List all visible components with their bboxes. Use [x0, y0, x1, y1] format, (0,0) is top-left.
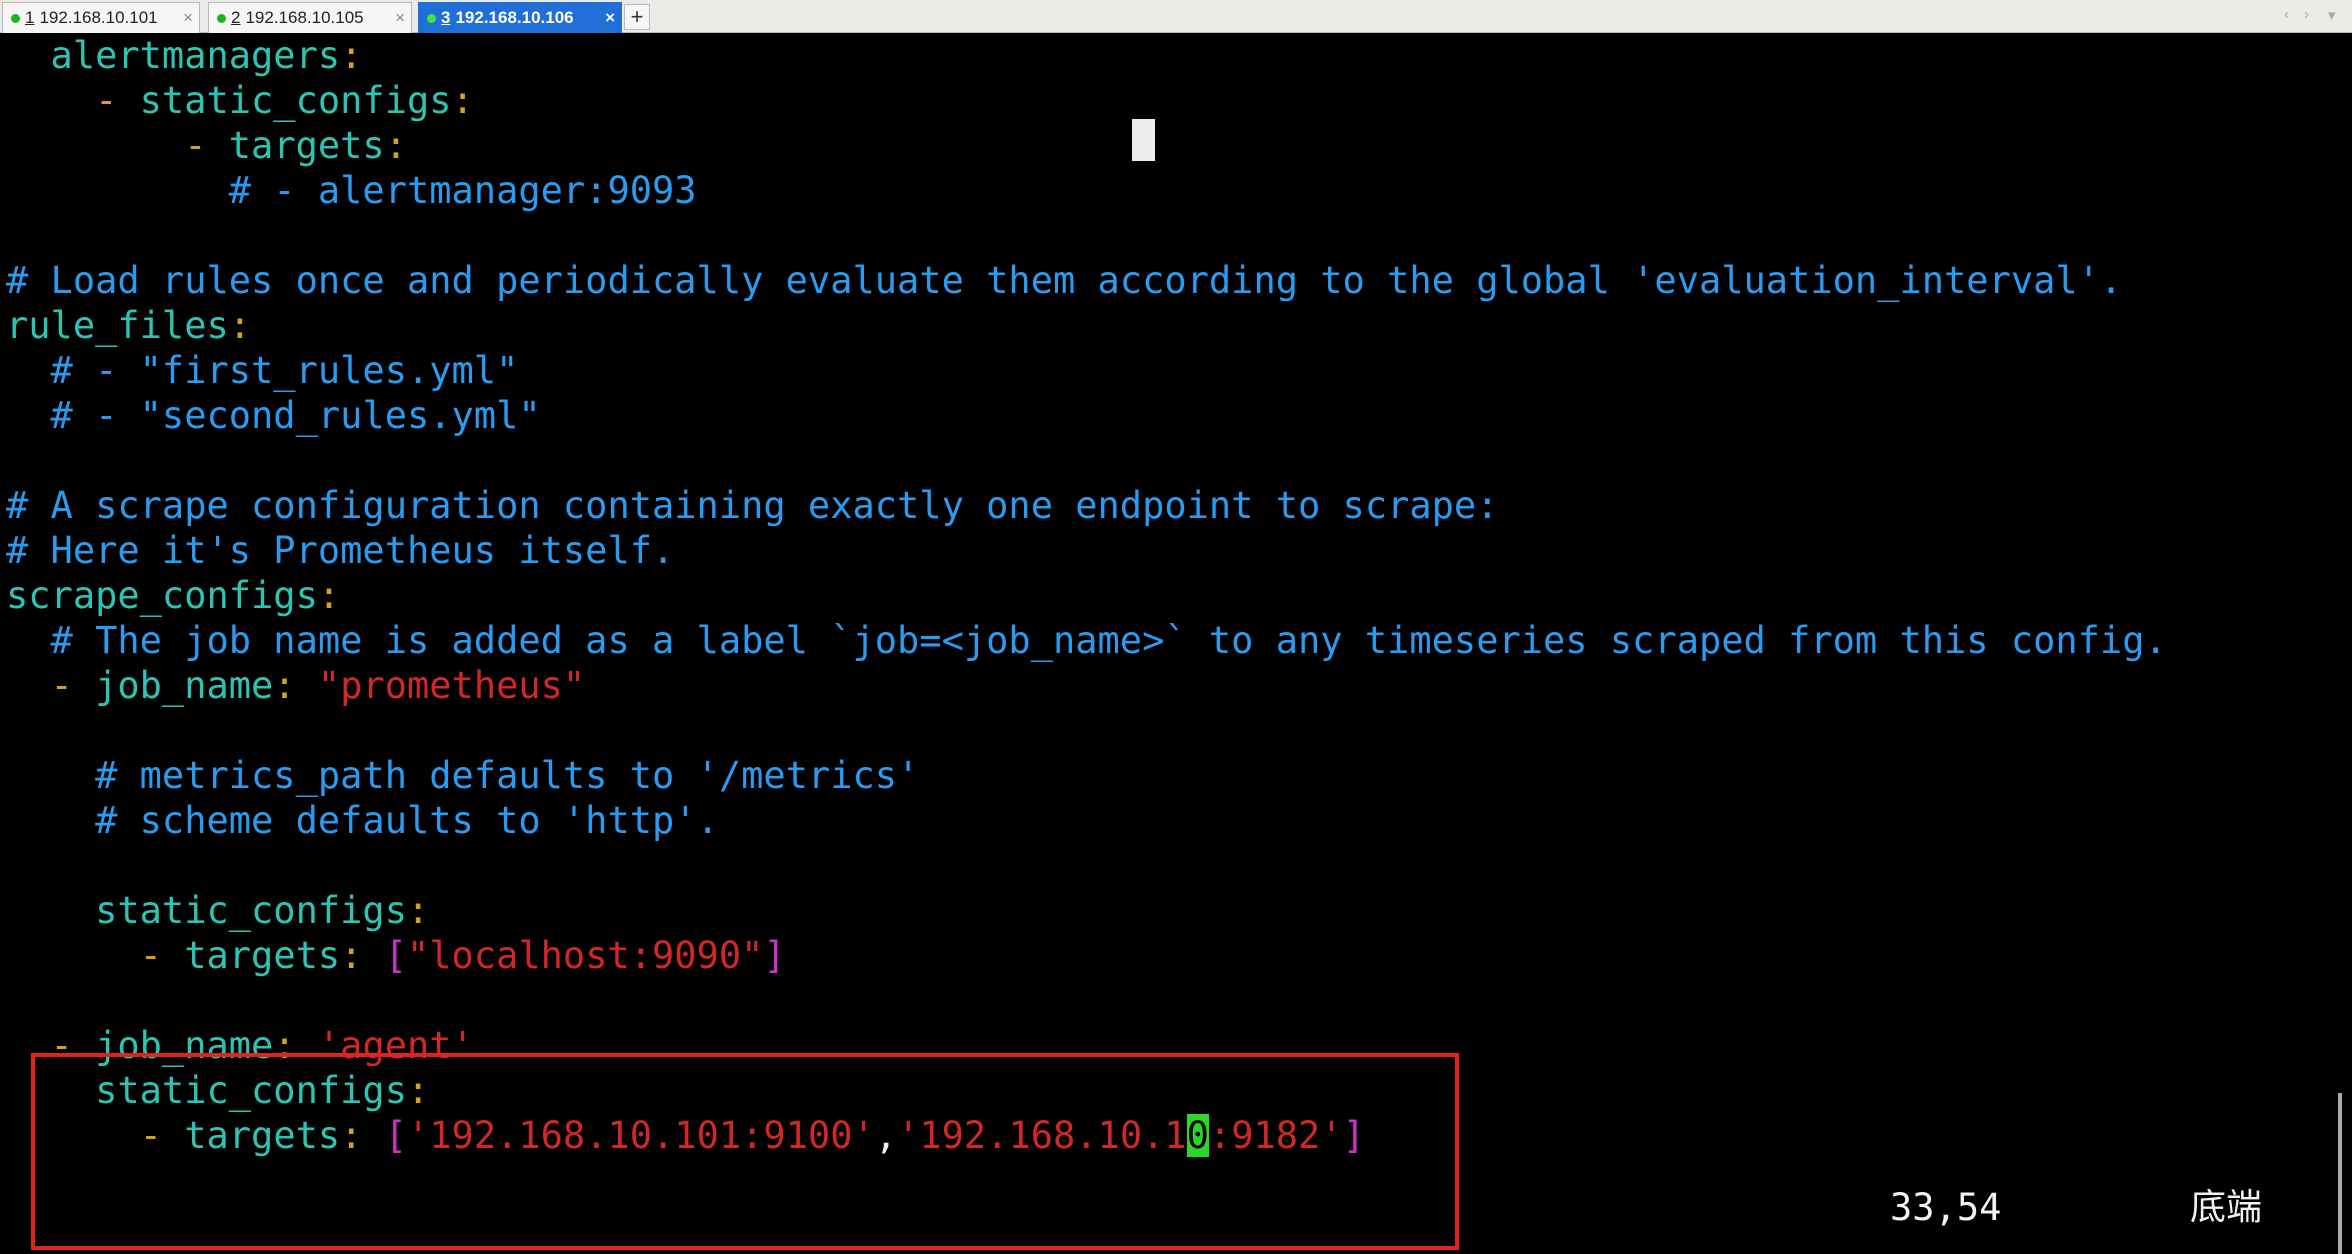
code-token: : — [384, 124, 407, 167]
code-line: scrape_configs: — [6, 573, 340, 618]
code-token: : — [340, 34, 363, 77]
code-line: static_configs: — [6, 888, 429, 933]
code-token: targets — [228, 124, 385, 167]
tab-session-3[interactable]: 3 192.168.10.106 × — [418, 2, 622, 33]
connected-icon — [427, 13, 436, 23]
connected-icon — [217, 13, 226, 23]
code-line: # - alertmanager:9093 — [6, 168, 697, 213]
code-token: # - alertmanager:9093 — [6, 169, 697, 212]
code-line: rule_files: — [6, 303, 251, 348]
code-token: : — [273, 664, 318, 707]
vertical-scrollbar[interactable] — [2328, 33, 2352, 1254]
code-line: # The job name is added as a label `job=… — [6, 618, 2167, 663]
code-token: static_configs — [6, 889, 407, 932]
block-marker — [1132, 119, 1155, 161]
code-token: targets — [184, 934, 341, 977]
tab-label: 192.168.10.106 — [455, 8, 574, 27]
code-token: : — [317, 574, 341, 617]
code-token: # The job name is added as a label `job=… — [6, 619, 2167, 662]
code-token: "localhost:9090" — [407, 934, 764, 977]
code-token: - — [6, 664, 96, 707]
code-token: : — [340, 934, 385, 977]
new-tab-button[interactable]: + — [624, 4, 650, 30]
code-token: - — [6, 79, 140, 122]
close-icon[interactable]: × — [605, 8, 615, 28]
tab-number: 3 — [441, 8, 451, 27]
annotation-highlight-box — [31, 1053, 1459, 1250]
code-token: ] — [763, 934, 786, 977]
tab-session-1[interactable]: 1 192.168.10.101 × — [2, 2, 200, 33]
code-token: job_name — [95, 664, 274, 707]
code-line: - targets: — [6, 123, 407, 168]
code-line: - job_name: "prometheus" — [6, 663, 586, 708]
code-token: # scheme defaults to 'http'. — [6, 799, 719, 842]
code-line: # - "first_rules.yml" — [6, 348, 519, 393]
code-line: # - "second_rules.yml" — [6, 393, 541, 438]
code-line: alertmanagers: — [6, 33, 363, 78]
code-token: : — [228, 304, 252, 347]
code-line: # Here it's Prometheus itself. — [6, 528, 674, 573]
code-token: "prometheus" — [317, 664, 586, 707]
code-token: # Load rules once and periodically evalu… — [6, 259, 2123, 302]
tab-session-2[interactable]: 2 192.168.10.105 × — [208, 2, 412, 33]
connected-icon — [11, 13, 20, 23]
code-token: scrape_configs — [6, 574, 318, 617]
tab-label: 192.168.10.105 — [245, 8, 364, 27]
code-line: - targets: ["localhost:9090"] — [6, 933, 786, 978]
tab-number: 1 — [25, 8, 35, 27]
code-token: - — [6, 124, 229, 167]
code-token: # Here it's Prometheus itself. — [6, 529, 675, 572]
code-token: rule_files — [6, 304, 229, 347]
tab-scroll-right-icon[interactable]: › — [2304, 6, 2309, 23]
scroll-position: 底端 — [2190, 1187, 2263, 1228]
tab-bar: 1 192.168.10.101 × 2 192.168.10.105 × 3 192.1… — [0, 0, 2352, 33]
cursor-position: 33,54 — [1890, 1186, 2002, 1229]
code-token: # - "first_rules.yml" — [6, 349, 519, 392]
close-icon[interactable]: × — [395, 8, 405, 28]
code-line: # scheme defaults to 'http'. — [6, 798, 719, 843]
code-token: # - "second_rules.yml" — [6, 394, 541, 437]
close-icon[interactable]: × — [183, 8, 193, 28]
tab-number: 2 — [231, 8, 241, 27]
scrollbar-thumb[interactable] — [2338, 1093, 2342, 1254]
code-line: # Load rules once and periodically evalu… — [6, 258, 2122, 303]
code-line: # A scrape configuration containing exac… — [6, 483, 1498, 528]
code-token: alertmanagers — [6, 34, 341, 77]
code-token: static_configs — [139, 79, 452, 122]
code-token: # metrics_path defaults to '/metrics' — [6, 754, 920, 797]
code-token: # A scrape configuration containing exac… — [6, 484, 1499, 527]
terminal-editor[interactable]: alertmanagers: - static_configs: - targe… — [0, 33, 2328, 1254]
code-line: # metrics_path defaults to '/metrics' — [6, 753, 919, 798]
code-token: - — [6, 934, 185, 977]
code-token: : — [451, 79, 474, 122]
tab-list-menu-icon[interactable]: ▾ — [2328, 6, 2336, 24]
code-token: [ — [384, 934, 407, 977]
code-token: : — [406, 889, 430, 932]
tab-scroll-left-icon[interactable]: ‹ — [2284, 6, 2289, 23]
code-line: - static_configs: — [6, 78, 474, 123]
tab-label: 192.168.10.101 — [39, 8, 158, 27]
